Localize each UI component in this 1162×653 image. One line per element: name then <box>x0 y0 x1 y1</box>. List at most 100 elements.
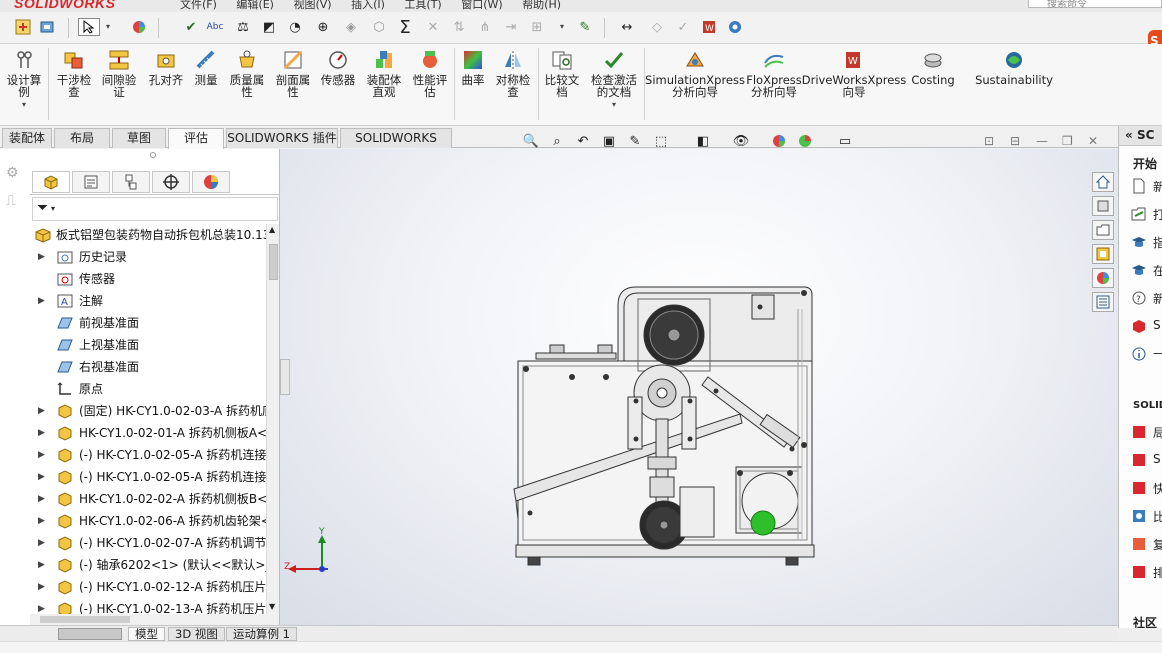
zoom-to-area-icon[interactable]: ⌕ <box>548 132 566 150</box>
edit-appearance-icon[interactable] <box>770 132 788 150</box>
cmd-floxpress[interactable]: FloXpress 分析向导 <box>746 48 802 98</box>
tree-item-component[interactable]: ▶ (-) HK-CY1.0-02-12-A 拆药机压片 <box>30 576 266 598</box>
sensor-toolbar-icon[interactable]: ◔ <box>286 18 304 36</box>
menu-view[interactable]: 视图(V) <box>293 0 331 11</box>
tree-item-component[interactable]: ▶ (-) HK-CY1.0-02-05-A 拆药机连接 <box>30 444 266 466</box>
scroll-thumb[interactable] <box>269 244 278 280</box>
menu-help[interactable]: 帮助(H) <box>522 0 561 11</box>
tree-item-component[interactable]: ▶ HK-CY1.0-02-01-A 拆药机侧板A< <box>30 422 266 444</box>
filter-icon[interactable]: ⊞ <box>528 18 546 36</box>
expand-arrow-icon[interactable]: ▶ <box>38 598 45 614</box>
menu-tools[interactable]: 工具(T) <box>404 0 441 11</box>
tree-item-annotations[interactable]: ▶ A 注解 <box>30 290 266 312</box>
rebuild-icon[interactable] <box>14 18 32 36</box>
zoom-icon[interactable]: ⊕ <box>314 18 332 36</box>
view-settings-icon[interactable]: ▭ <box>836 132 854 150</box>
cmd-assembly-visualization[interactable]: 装配体直观 <box>362 48 406 98</box>
task-info[interactable]: — <box>1131 344 1162 364</box>
cmd-hole-alignment[interactable]: 孔对齐 <box>146 48 186 86</box>
filter-dropdown-icon[interactable]: ▾ <box>51 204 55 213</box>
appearance-icon[interactable] <box>130 18 148 36</box>
tab-3d-view[interactable]: 3D 视图 <box>168 627 225 641</box>
restore-doc-icon[interactable]: ❐ <box>1062 134 1073 148</box>
dynamic-annotation-icon[interactable]: ✎ <box>626 132 644 150</box>
tree-item-origin[interactable]: 原点 <box>30 378 266 400</box>
hscroll-thumb[interactable] <box>40 616 130 623</box>
select-pointer-icon[interactable] <box>78 18 100 36</box>
sum-icon[interactable]: Σ <box>396 17 414 38</box>
sidebar-assembly-icon[interactable]: ⚙ <box>6 165 19 181</box>
expand-arrow-icon[interactable]: ▶ <box>38 290 45 312</box>
expand-arrow-icon[interactable]: ▶ <box>38 246 45 268</box>
cmd-check-active-document[interactable]: 检查激活的文档 ▾ <box>588 48 640 111</box>
custom-properties-icon[interactable] <box>1092 292 1114 312</box>
hide-icon[interactable]: ✕ <box>424 18 442 36</box>
settings-wheel-icon[interactable] <box>726 18 744 36</box>
minimize-doc-icon[interactable]: — <box>1036 134 1048 148</box>
display-style-icon[interactable]: ◧ <box>694 132 712 150</box>
tree-item-sensors[interactable]: 传感器 <box>30 268 266 290</box>
task-pane-header[interactable]: « SC <box>1119 126 1162 146</box>
search-commands-input[interactable]: 搜索命令 <box>1028 0 1162 10</box>
appearances-scenes-icon[interactable] <box>1092 268 1114 288</box>
task-pane-scrollbar[interactable] <box>1118 628 1162 640</box>
word-export-icon[interactable]: W <box>700 18 718 36</box>
tree-icon[interactable]: ⋔ <box>476 18 494 36</box>
tab-model[interactable]: 模型 <box>128 627 165 641</box>
menu-file[interactable]: 文件(F) <box>180 0 217 11</box>
display-icon[interactable]: ⬡ <box>370 18 388 36</box>
options-icon[interactable] <box>38 18 56 36</box>
expand-arrow-icon[interactable]: ▶ <box>38 444 45 466</box>
flow-icon[interactable]: ↔ <box>618 18 636 36</box>
cmd-clearance-verify[interactable]: 间隙验证 <box>98 48 140 98</box>
task-tool-4[interactable]: 比 <box>1131 506 1162 526</box>
cmd-sustainability[interactable]: Sustainability <box>970 48 1058 86</box>
task-tool-5[interactable]: 复 <box>1131 534 1162 554</box>
cmd-section-properties[interactable]: 剖面属性 <box>272 48 314 98</box>
expand-arrow-icon[interactable]: ▶ <box>38 554 45 576</box>
task-tutorials[interactable]: 指 <box>1131 232 1162 252</box>
task-tool-2[interactable]: S <box>1131 450 1162 470</box>
menu-insert[interactable]: 插入(I) <box>351 0 385 11</box>
cmd-curvature[interactable]: 曲率 <box>458 48 488 86</box>
task-online-tutorials[interactable]: 在 <box>1131 260 1162 280</box>
tree-item-history[interactable]: ▶ 历史记录 <box>30 246 266 268</box>
tab-sketch[interactable]: 草图 <box>112 128 166 148</box>
tree-item-right-plane[interactable]: 右视基准面 <box>30 356 266 378</box>
expand-arrow-icon[interactable]: ▶ <box>38 488 45 510</box>
tab-navigation-buttons[interactable] <box>58 628 122 640</box>
tree-item-front-plane[interactable]: 前视基准面 <box>30 312 266 334</box>
cmd-measure[interactable]: 测量 <box>190 48 222 86</box>
propertymanager-tab-icon[interactable] <box>72 171 110 193</box>
featuremanager-tab-icon[interactable] <box>32 171 70 193</box>
close-doc-icon[interactable]: ✕ <box>1088 134 1098 148</box>
expand-arrow-icon[interactable]: ▶ <box>38 400 45 422</box>
section-icon[interactable]: ◩ <box>260 18 278 36</box>
section-view-icon[interactable]: ▣ <box>600 132 618 150</box>
design-library-icon[interactable] <box>1092 196 1114 216</box>
task-open-document[interactable]: 打 <box>1131 204 1162 224</box>
select-dropdown-icon[interactable]: ▾ <box>106 22 110 31</box>
scroll-down-icon[interactable]: ▼ <box>269 602 275 611</box>
tree-item-component[interactable]: ▶ (-) HK-CY1.0-02-05-A 拆药机连接 <box>30 466 266 488</box>
tab-solidworks-addins[interactable]: SOLIDWORKS 插件 <box>226 128 338 148</box>
shape-icon[interactable]: ◇ <box>648 18 666 36</box>
spell-check-icon[interactable]: Abc <box>206 18 224 36</box>
tree-filter-bar[interactable]: ⏷ ▾ <box>32 197 278 221</box>
cmd-performance-evaluation[interactable]: 性能评估 <box>410 48 450 98</box>
shaded-icon[interactable]: ◈ <box>342 18 360 36</box>
tab-solidworks-mbd[interactable]: SOLIDWORKS MBD <box>340 128 452 163</box>
dimxpert-tab-icon[interactable] <box>152 171 190 193</box>
scroll-up-icon[interactable]: ▲ <box>269 225 275 234</box>
task-whats-new[interactable]: ?新 <box>1131 288 1162 308</box>
tree-vertical-scrollbar[interactable]: ▲ ▼ <box>266 224 279 614</box>
sort-icon[interactable]: ⇅ <box>450 18 468 36</box>
tab-layout[interactable]: 布局 <box>54 128 110 148</box>
cmd-driveworksxpress[interactable]: W DriveWorksXpress 向导 <box>802 48 906 98</box>
task-tool-1[interactable]: 局 <box>1131 422 1162 442</box>
panel-handle[interactable] <box>150 152 156 158</box>
task-tool-3[interactable]: 快 <box>1131 478 1162 498</box>
sidebar-sketch-icon[interactable]: ⎍ <box>6 193 16 209</box>
expand-arrow-icon[interactable]: ▶ <box>38 510 45 532</box>
expand-arrow-icon[interactable]: ▶ <box>38 532 45 554</box>
